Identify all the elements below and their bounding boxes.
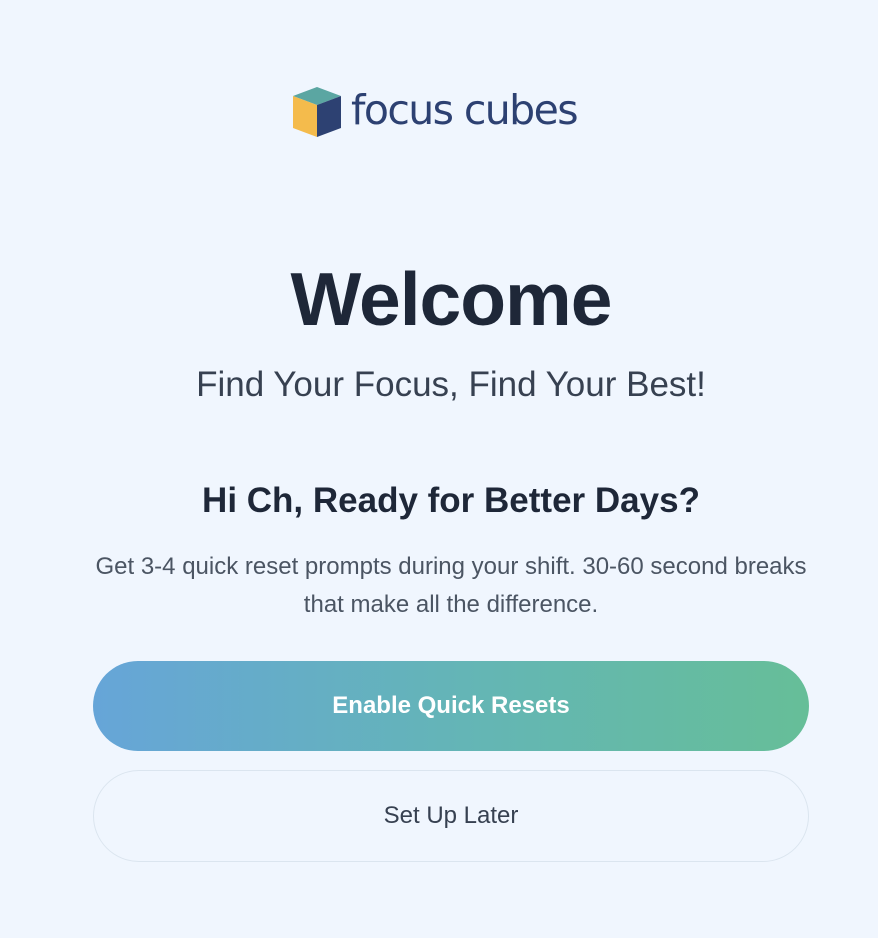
welcome-title: Welcome bbox=[290, 257, 613, 341]
greeting-heading: Hi Ch, Ready for Better Days? bbox=[202, 481, 700, 520]
enable-quick-resets-button[interactable]: Enable Quick Resets bbox=[93, 661, 809, 751]
enable-quick-resets-label: Enable Quick Resets bbox=[332, 692, 570, 719]
brand-logo: focus cubes bbox=[0, 86, 878, 138]
set-up-later-button[interactable]: Set Up Later bbox=[93, 770, 809, 862]
set-up-later-label: Set Up Later bbox=[383, 802, 519, 829]
tagline: Find Your Focus, Find Your Best! bbox=[196, 365, 706, 404]
brand-logo-inner: focus cubes bbox=[291, 85, 579, 138]
brand-name: focus cubes bbox=[351, 85, 579, 134]
cube-icon bbox=[293, 87, 341, 137]
description-text: Get 3-4 quick reset prompts during your … bbox=[95, 553, 807, 618]
